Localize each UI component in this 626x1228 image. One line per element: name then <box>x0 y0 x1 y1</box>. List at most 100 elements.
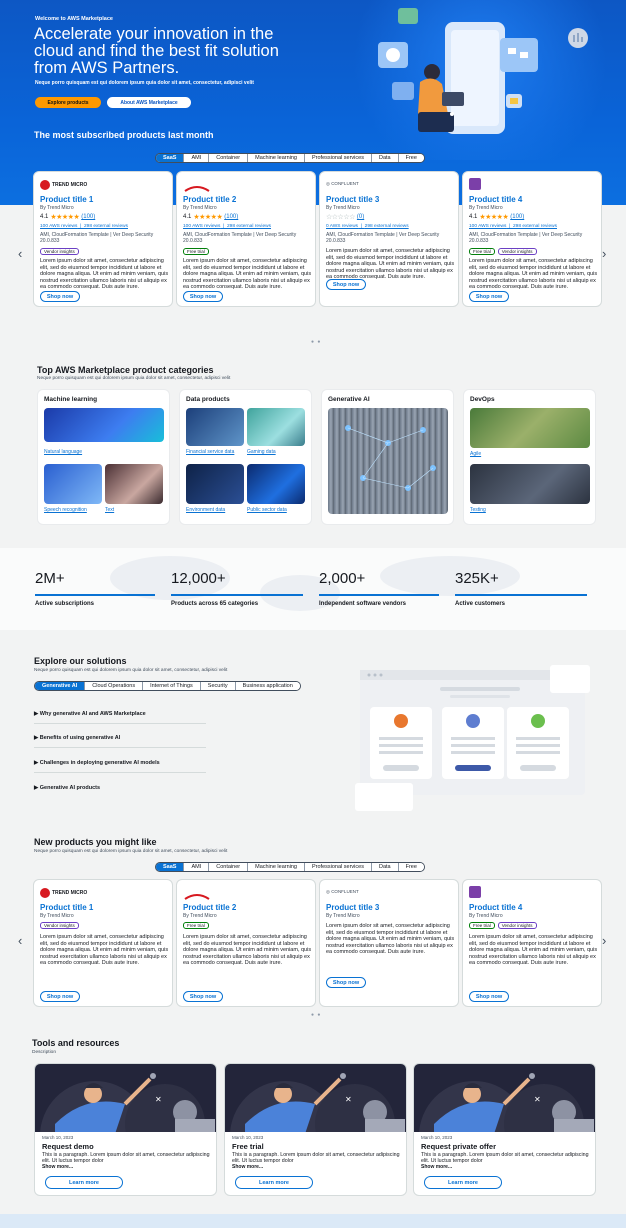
resource-date: March 10, 2023 <box>232 1135 264 1140</box>
shop-now-button[interactable]: Shop now <box>183 291 223 302</box>
generative-ai-image[interactable] <box>328 408 448 514</box>
about-marketplace-button[interactable]: About AWS Marketplace <box>107 97 191 108</box>
accordion-item[interactable]: ▶ Challenges in deploying generative AI … <box>34 760 206 773</box>
resource-text: This is a paragraph. Lorem ipsum dolor s… <box>232 1152 400 1164</box>
shop-now-button[interactable]: Shop now <box>326 977 366 988</box>
speech-recognition-image[interactable] <box>44 464 102 504</box>
tab-machine-learning[interactable]: Machine learning <box>248 863 305 871</box>
product-card: Product title 4 By Trend Micro Free tria… <box>462 879 602 1007</box>
carousel-next-icon[interactable]: › <box>602 933 606 948</box>
free-trial-badge: Free trial <box>469 248 495 255</box>
gaming-data-link[interactable]: Gaming data <box>247 449 276 455</box>
product-title[interactable]: Product title 4 <box>469 903 522 912</box>
explore-products-button[interactable]: Explore products <box>35 97 101 108</box>
hero-welcome: Welcome to AWS Marketplace <box>35 16 113 22</box>
tab-free[interactable]: Free <box>398 154 424 162</box>
shop-now-button[interactable]: Shop now <box>40 991 80 1002</box>
testing-link[interactable]: Testing <box>470 507 486 513</box>
reviews-link[interactable]: 100 AWS reviews | 298 external reviews <box>469 224 557 229</box>
product-title[interactable]: Product title 3 <box>326 903 379 912</box>
tab-internet-of-things[interactable]: Internet of Things <box>143 682 201 690</box>
carousel-prev-icon[interactable]: ‹ <box>18 933 22 948</box>
text-image[interactable] <box>105 464 163 504</box>
product-title[interactable]: Product title 3 <box>326 195 379 204</box>
product-title[interactable]: Product title 2 <box>183 195 236 204</box>
tab-saas[interactable]: SaaS <box>156 154 185 162</box>
public-sector-image[interactable] <box>247 464 305 504</box>
tab-security[interactable]: Security <box>200 682 236 690</box>
testing-image[interactable] <box>470 464 590 504</box>
tab-data[interactable]: Data <box>371 154 399 162</box>
learn-more-button[interactable]: Learn more <box>235 1176 313 1189</box>
public-sector-data-link[interactable]: Public sector data <box>247 507 287 513</box>
carousel-dots[interactable]: ● ● <box>311 339 321 345</box>
shop-now-button[interactable]: Shop now <box>40 291 80 302</box>
product-description: Lorem ipsum dolor sit amet, consectetur … <box>183 258 312 290</box>
tab-data[interactable]: Data <box>371 863 399 871</box>
show-more-link[interactable]: Show more... <box>421 1164 452 1170</box>
tab-ami[interactable]: AMI <box>184 154 210 162</box>
shop-now-button[interactable]: Shop now <box>469 291 509 302</box>
natural-language-image[interactable] <box>44 408 164 442</box>
accordion-item[interactable]: ▶ Benefits of using generative AI <box>34 735 206 748</box>
tab-generative-ai[interactable]: Generative AI <box>35 682 86 690</box>
tab-business-application[interactable]: Business application <box>235 682 300 690</box>
stats-band <box>0 548 626 630</box>
agile-image[interactable] <box>470 408 590 448</box>
accordion-item[interactable]: ▶ Generative AI products <box>34 785 206 797</box>
caret-right-icon: ▶ <box>34 785 39 791</box>
natural-language-link[interactable]: Natural language <box>44 449 82 455</box>
tab-free[interactable]: Free <box>398 863 424 871</box>
tab-cloud-operations[interactable]: Cloud Operations <box>85 682 144 690</box>
tab-container[interactable]: Container <box>209 863 249 871</box>
resource-illustration: ✕ <box>35 1064 216 1191</box>
financial-data-image[interactable] <box>186 408 244 446</box>
learn-more-button[interactable]: Learn more <box>424 1176 502 1189</box>
categories-description: Neque porro quisquam est qui dolorem ips… <box>37 376 231 381</box>
tab-professional-services[interactable]: Professional services <box>305 863 372 871</box>
accordion-item[interactable]: ▶ Why generative AI and AWS Marketplace <box>34 711 206 724</box>
product-title[interactable]: Product title 4 <box>469 195 522 204</box>
carousel-prev-icon[interactable]: ‹ <box>18 246 22 261</box>
carousel-next-icon[interactable]: › <box>602 246 606 261</box>
environment-data-link[interactable]: Environment data <box>186 507 225 513</box>
stat-divider <box>171 594 303 596</box>
product-card: ◎ CONFLUENT Product title 3 By Trend Mic… <box>319 171 459 307</box>
product-badges: Free trial <box>183 922 209 929</box>
product-rating: ☆☆☆☆☆ (0) <box>326 214 365 221</box>
learn-more-button[interactable]: Learn more <box>45 1176 123 1189</box>
gaming-data-image[interactable] <box>247 408 305 446</box>
product-badges: Vendor insights <box>40 248 79 255</box>
shop-now-button[interactable]: Shop now <box>326 279 366 290</box>
svg-text:✕: ✕ <box>155 1095 162 1104</box>
reviews-link[interactable]: 100 AWS reviews | 298 external reviews <box>183 224 271 229</box>
tab-container[interactable]: Container <box>209 154 249 162</box>
show-more-link[interactable]: Show more... <box>42 1164 73 1170</box>
reviews-link[interactable]: 100 AWS reviews | 298 external reviews <box>40 224 128 229</box>
text-link[interactable]: Text <box>105 507 114 513</box>
reviews-link[interactable]: 0 AWS reviews | 298 external reviews <box>326 224 409 229</box>
financial-service-data-link[interactable]: Financial service data <box>186 449 234 455</box>
show-more-link[interactable]: Show more... <box>232 1164 263 1170</box>
environment-data-image[interactable] <box>186 464 244 504</box>
categories-title: Top AWS Marketplace product categories <box>37 365 214 375</box>
caret-right-icon: ▶ <box>34 760 39 766</box>
tab-ami[interactable]: AMI <box>184 863 210 871</box>
product-description: Lorem ipsum dolor sit amet, consectetur … <box>326 248 455 280</box>
product-title[interactable]: Product title 1 <box>40 195 93 204</box>
stat-label: Active customers <box>455 601 506 607</box>
product-title[interactable]: Product title 1 <box>40 903 93 912</box>
vendor-insights-badge: Vendor insights <box>497 922 537 929</box>
tab-professional-services[interactable]: Professional services <box>305 154 372 162</box>
carousel-dots[interactable]: ● ● <box>311 1012 321 1018</box>
vendor-insights-badge: Vendor insights <box>40 922 79 929</box>
speech-recognition-link[interactable]: Speech recognition <box>44 507 87 513</box>
product-title[interactable]: Product title 2 <box>183 903 236 912</box>
tab-saas[interactable]: SaaS <box>156 863 185 871</box>
tab-machine-learning[interactable]: Machine learning <box>248 154 305 162</box>
shop-now-button[interactable]: Shop now <box>469 991 509 1002</box>
shop-now-button[interactable]: Shop now <box>183 991 223 1002</box>
resource-illustration: ✕ <box>225 1064 406 1191</box>
resource-title: Request private offer <box>421 1142 497 1151</box>
agile-link[interactable]: Agile <box>470 451 481 457</box>
